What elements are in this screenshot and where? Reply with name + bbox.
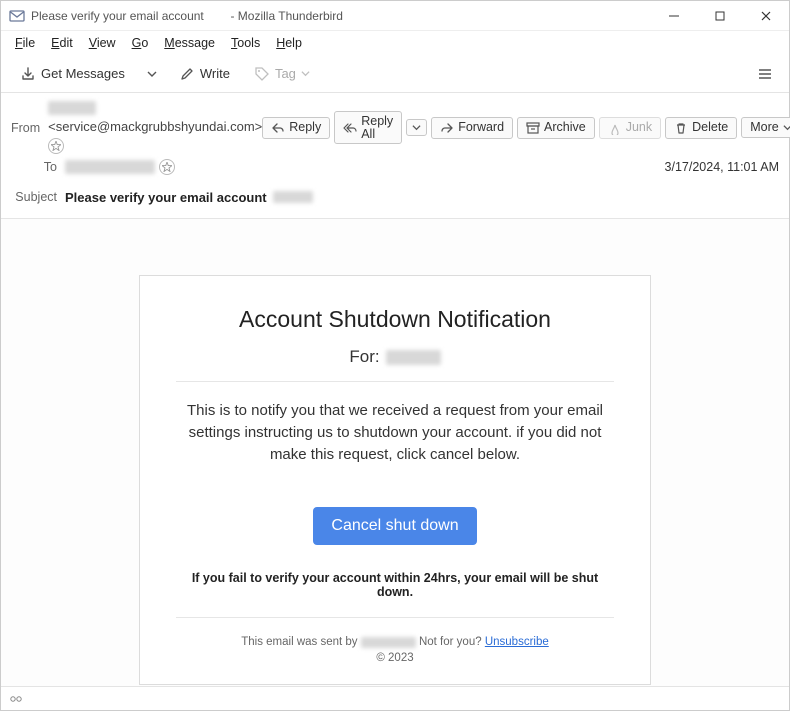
redacted-text: [207, 9, 227, 23]
chevron-down-icon: [412, 123, 421, 132]
archive-label: Archive: [544, 121, 586, 134]
archive-button[interactable]: Archive: [517, 117, 595, 139]
cancel-shutdown-button[interactable]: Cancel shut down: [313, 507, 476, 545]
reply-all-label: Reply All: [361, 115, 393, 140]
forward-button[interactable]: Forward: [431, 117, 513, 139]
sent-by-prefix: This email was sent by: [241, 636, 357, 648]
close-button[interactable]: [743, 1, 789, 30]
reply-button[interactable]: Reply: [262, 117, 330, 139]
statusbar: [1, 686, 789, 710]
more-label: More: [750, 121, 778, 134]
menu-message[interactable]: Message: [156, 33, 223, 53]
unsubscribe-link[interactable]: Unsubscribe: [485, 636, 549, 648]
from-label: From: [11, 121, 48, 135]
window-controls: [651, 1, 789, 30]
menu-go[interactable]: Go: [124, 33, 157, 53]
trash-icon: [674, 121, 688, 135]
email-for-label: For:: [349, 347, 379, 367]
menu-tools[interactable]: Tools: [223, 33, 268, 53]
email-title: Account Shutdown Notification: [176, 306, 614, 333]
reply-all-button[interactable]: Reply All: [334, 111, 402, 144]
download-icon: [20, 66, 36, 82]
message-headers: From <service@mackgrubbshyundai.com> Rep…: [1, 93, 789, 219]
reply-icon: [271, 121, 285, 135]
maximize-button[interactable]: [697, 1, 743, 30]
envelope-icon: [9, 8, 25, 24]
more-button[interactable]: More: [741, 117, 790, 138]
reply-all-dropdown[interactable]: [406, 119, 427, 136]
message-date: 3/17/2024, 11:01 AM: [665, 160, 779, 174]
get-messages-label: Get Messages: [41, 67, 125, 80]
window-title-suffix: - Mozilla Thunderbird: [230, 9, 343, 23]
not-for-you: Not for you?: [419, 636, 482, 648]
menu-help[interactable]: Help: [268, 33, 310, 53]
minimize-button[interactable]: [651, 1, 697, 30]
from-address: <service@mackgrubbshyundai.com>: [48, 119, 262, 134]
chevron-down-icon: [783, 123, 790, 132]
chevron-down-icon: [301, 69, 310, 78]
window-title-prefix: Please verify your email account: [31, 9, 204, 23]
hamburger-icon: [757, 66, 773, 82]
write-button[interactable]: Write: [170, 61, 239, 87]
copyright: © 2023: [176, 652, 614, 664]
redacted-text: [273, 191, 313, 203]
redacted-recipient: [386, 350, 441, 365]
star-contact-icon[interactable]: [159, 159, 175, 175]
star-contact-icon[interactable]: [48, 138, 64, 154]
titlebar: Please verify your email account - Mozil…: [1, 1, 789, 31]
junk-button[interactable]: Junk: [599, 117, 661, 139]
menu-view[interactable]: View: [81, 33, 124, 53]
to-label: To: [11, 160, 65, 174]
forward-icon: [440, 121, 454, 135]
divider: [176, 617, 614, 618]
activity-icon: [9, 692, 23, 706]
write-label: Write: [200, 67, 230, 80]
tag-icon: [254, 66, 270, 82]
reply-all-icon: [343, 121, 357, 135]
delete-label: Delete: [692, 121, 728, 134]
window-title: Please verify your email account - Mozil…: [31, 9, 651, 23]
redacted-recipient: [65, 160, 155, 174]
forward-label: Forward: [458, 121, 504, 134]
tag-button[interactable]: Tag: [245, 61, 319, 87]
tag-label: Tag: [275, 67, 296, 80]
delete-button[interactable]: Delete: [665, 117, 737, 139]
menu-file[interactable]: File: [7, 33, 43, 53]
email-warning: If you fail to verify your account withi…: [176, 571, 614, 599]
redacted-sender: [361, 637, 416, 648]
toolbar: Get Messages Write Tag: [1, 55, 789, 93]
divider: [176, 381, 614, 382]
archive-icon: [526, 121, 540, 135]
redacted-sender-name: [48, 101, 96, 115]
email-body-text: This is to notify you that we received a…: [176, 400, 614, 465]
reply-label: Reply: [289, 121, 321, 134]
menu-edit[interactable]: Edit: [43, 33, 81, 53]
pencil-icon: [179, 66, 195, 82]
subject-text: Please verify your email account: [65, 190, 267, 205]
app-menu-button[interactable]: [751, 62, 779, 86]
subject-label: Subject: [11, 190, 65, 204]
message-body: Account Shutdown Notification For: This …: [1, 219, 789, 704]
email-card: Account Shutdown Notification For: This …: [139, 275, 651, 685]
chevron-down-icon: [147, 69, 157, 79]
get-messages-dropdown[interactable]: [140, 64, 164, 84]
menubar: File Edit View Go Message Tools Help: [1, 31, 789, 55]
junk-label: Junk: [626, 121, 652, 134]
get-messages-button[interactable]: Get Messages: [11, 61, 134, 87]
junk-icon: [608, 121, 622, 135]
